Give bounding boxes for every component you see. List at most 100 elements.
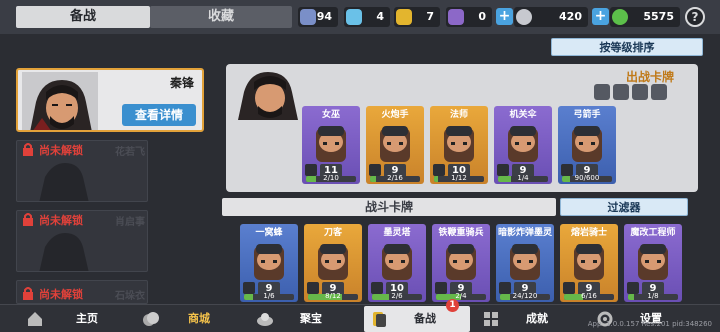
cards-icon <box>373 312 386 327</box>
resource-blue-gem: 94 <box>298 7 338 27</box>
hero-card-selected[interactable]: 秦锋 查看详情 <box>16 68 204 132</box>
lock-row: 尚未解锁 肖启事 <box>17 211 147 228</box>
silver-coin-icon <box>516 9 532 25</box>
resource-gold-shield: 7 <box>394 7 440 27</box>
tab-collection[interactable]: 收藏 <box>150 6 292 28</box>
tab-prepare[interactable]: 备战 <box>16 6 150 28</box>
gold-shield-icon <box>396 9 412 25</box>
unit-card[interactable]: 女巫 11 2/10 <box>302 106 360 184</box>
home-icon <box>28 312 42 326</box>
unit-card[interactable]: 暗影炸弹墨灵 9 24/120 <box>496 224 554 302</box>
blue-gem-icon <box>300 9 316 25</box>
lock-row: 尚未解锁 石垛衣 <box>17 285 147 302</box>
unit-art <box>318 244 348 280</box>
card-name: 铁鞭重骑兵 <box>438 228 484 238</box>
card-progress-text: 1/8 <box>647 292 659 300</box>
card-progress-text: 1/12 <box>451 174 467 182</box>
unit-card[interactable]: 熔岩骑士 9 6/16 <box>560 224 618 302</box>
purple-shield-icon <box>448 9 464 25</box>
unit-card[interactable]: 墨灵塔 10 2/6 <box>368 224 426 302</box>
unit-art <box>574 244 604 280</box>
unit-card[interactable]: 刀客 9 8/12 <box>304 224 362 302</box>
shield-icon <box>613 84 629 100</box>
card-progress-text: 2/6 <box>391 292 403 300</box>
unit-card[interactable]: 一窝蜂 9 1/6 <box>240 224 298 302</box>
locked-hero-card[interactable]: 尚未解锁 肖启事 <box>16 210 148 272</box>
unit-art <box>254 244 284 280</box>
card-progress-text: 1/6 <box>263 292 275 300</box>
deck-stat-icons <box>594 84 672 100</box>
unit-art <box>446 244 476 280</box>
hero-silhouette <box>39 163 89 201</box>
unit-art <box>382 244 412 280</box>
lock-row: 尚未解锁 花若飞 <box>17 141 147 158</box>
unit-art <box>508 126 538 162</box>
card-name: 暗影炸弹墨灵 <box>497 228 552 238</box>
card-progress-text: 1/4 <box>517 174 529 182</box>
deck-section-title: 战斗卡牌 <box>222 198 556 216</box>
card-name: 女巫 <box>321 110 340 120</box>
treasure-icon <box>257 313 273 326</box>
card-progress-text: 90/600 <box>574 174 600 182</box>
resource-silver-coin: 420 <box>514 7 588 27</box>
card-name: 熔岩骑士 <box>570 228 607 238</box>
resource-crystal: 4 <box>344 7 390 27</box>
battle-deck-title: 出战卡牌 <box>625 70 674 84</box>
hero-silhouette <box>39 233 89 271</box>
view-details-button[interactable]: 查看详情 <box>122 104 196 126</box>
hero-portrait <box>238 72 298 120</box>
card-name: 墨灵塔 <box>383 228 411 238</box>
skull-icon <box>632 84 648 100</box>
notification-badge: 1 <box>446 299 459 312</box>
lock-icon <box>23 213 33 226</box>
card-name: 弓箭手 <box>573 110 601 120</box>
unit-card[interactable]: 魔改工程师 9 1/8 <box>624 224 682 302</box>
unit-art <box>638 244 668 280</box>
card-progress-text: 2/4 <box>455 292 467 300</box>
card-progress-text: 6/16 <box>581 292 597 300</box>
lock-icon <box>23 143 33 156</box>
help-icon[interactable]: ? <box>685 7 705 27</box>
unit-card[interactable]: 机关伞 9 1/4 <box>494 106 552 184</box>
card-progress-text: 24/120 <box>512 292 538 300</box>
unit-card[interactable]: 铁鞭重骑兵 9 2/4 <box>432 224 490 302</box>
add-coin-button[interactable]: + <box>496 8 513 25</box>
nav-home[interactable]: 主页 <box>20 306 130 332</box>
crystal-icon <box>346 9 362 25</box>
card-progress-text: 2/16 <box>387 174 403 182</box>
unit-art <box>380 126 410 162</box>
unit-card[interactable]: 法师 10 1/12 <box>430 106 488 184</box>
card-name: 火炮手 <box>381 110 409 120</box>
hero-name: 秦锋 <box>169 76 194 90</box>
card-progress-text: 2/10 <box>323 174 339 182</box>
unit-art <box>510 244 540 280</box>
card-name: 魔改工程师 <box>630 228 676 238</box>
unit-card[interactable]: 弓箭手 9 90/600 <box>558 106 616 184</box>
nav-settings[interactable]: 设置 <box>590 306 700 332</box>
grid-icon <box>484 312 498 326</box>
sort-by-level-button[interactable]: 按等级排序 <box>551 38 703 56</box>
resource-purple-shield: 0 <box>446 7 492 27</box>
card-name: 一窝蜂 <box>255 228 283 238</box>
nav-shop[interactable]: 商城 <box>136 306 246 332</box>
card-progress-text: 8/12 <box>325 292 341 300</box>
add-gem-button[interactable]: + <box>592 8 609 25</box>
card-name: 机关伞 <box>509 110 537 120</box>
card-name: 法师 <box>449 110 468 120</box>
green-gem-icon <box>612 9 628 25</box>
nav-achievements[interactable]: 成就 <box>476 306 586 332</box>
version-text: App: 1.0.0.157 Res:201 pid:348260 <box>587 320 712 328</box>
unit-art <box>444 126 474 162</box>
resource-green-gem: 5575 <box>610 7 680 27</box>
top-bar: 备战 收藏 94 4 7 0 + 420 + 5575 ? <box>0 0 720 34</box>
unit-art <box>316 126 346 162</box>
unit-card[interactable]: 火炮手 9 2/16 <box>366 106 424 184</box>
unit-art <box>572 126 602 162</box>
lock-icon <box>23 287 33 300</box>
hero-portrait <box>22 72 98 130</box>
card-name: 刀客 <box>323 228 342 238</box>
nav-treasure[interactable]: 聚宝 <box>250 306 360 332</box>
locked-hero-card[interactable]: 尚未解锁 石垛衣 <box>16 280 148 304</box>
locked-hero-card[interactable]: 尚未解锁 花若飞 <box>16 140 148 202</box>
filter-button[interactable]: 过滤器 <box>560 198 688 216</box>
